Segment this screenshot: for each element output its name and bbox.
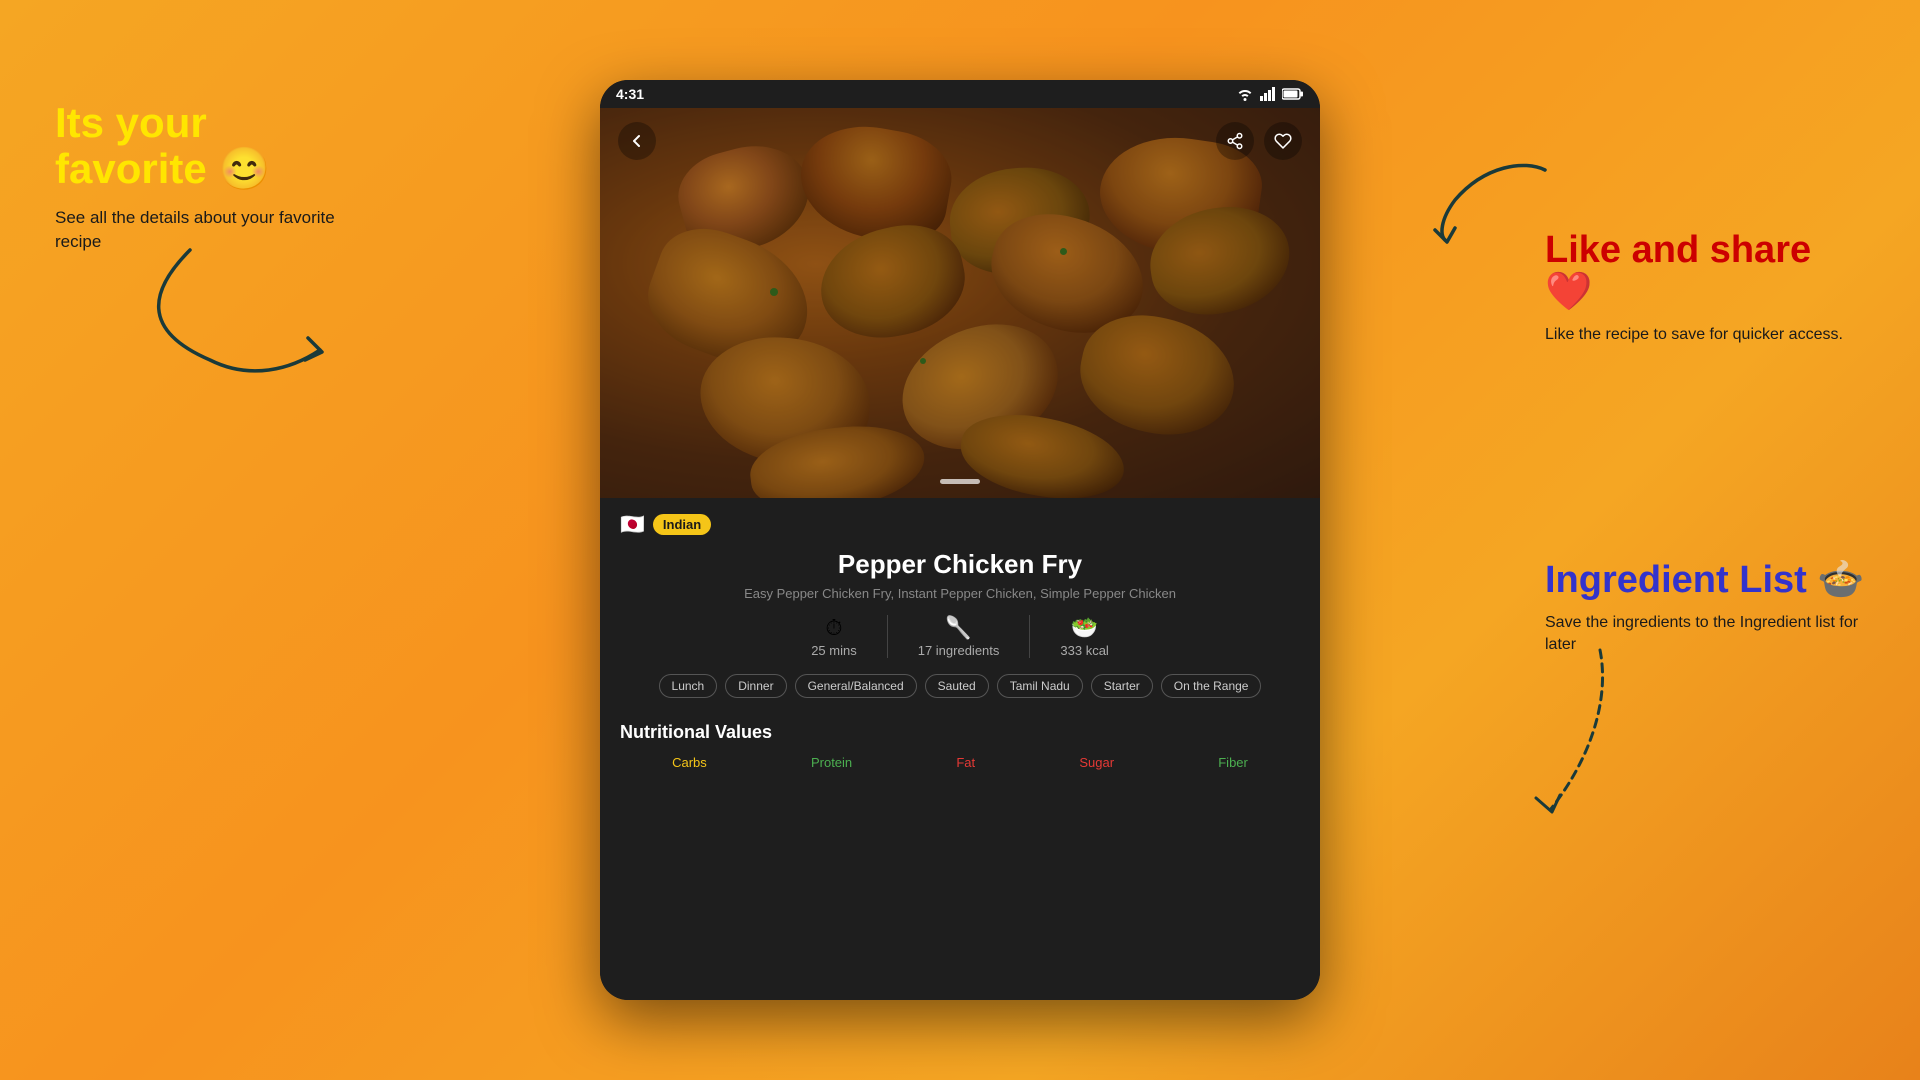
recipe-tags: Lunch Dinner General/Balanced Sauted Tamil N… <box>620 674 1300 698</box>
back-button[interactable] <box>618 122 656 160</box>
recipe-tag[interactable]: Lunch <box>659 674 718 698</box>
like-button[interactable] <box>1264 122 1302 160</box>
recipe-title: Pepper Chicken Fry <box>620 549 1300 580</box>
time-icon: ⏱ <box>825 615 842 641</box>
recipe-tag[interactable]: General/Balanced <box>795 674 917 698</box>
right-bottom-title: Ingredient List 🍲 <box>1545 560 1865 602</box>
nav-icons-right <box>1216 122 1302 160</box>
share-icon <box>1226 132 1244 150</box>
flag-icon: 🇯🇵 <box>620 512 645 537</box>
nutrition-col-carbs: Carbs <box>672 755 707 770</box>
tablet-frame: 4:31 <box>600 80 1320 1000</box>
recipe-subtitle: Easy Pepper Chicken Fry, Instant Pepper … <box>620 586 1300 601</box>
doodle-arrow-right-bottom <box>1500 640 1640 840</box>
recipe-tags-row: 🇯🇵 Indian <box>620 512 1300 537</box>
nutrition-col-fiber: Fiber <box>1218 755 1248 770</box>
heart-icon <box>1274 132 1292 150</box>
nav-overlay <box>600 108 1320 174</box>
status-icons <box>1236 87 1304 101</box>
doodle-arrow-right-top <box>1425 150 1555 250</box>
status-time: 4:31 <box>616 86 644 102</box>
signal-icon <box>1260 87 1276 101</box>
status-bar: 4:31 <box>600 80 1320 108</box>
recipe-tag[interactable]: On the Range <box>1161 674 1262 698</box>
right-top-panel: Like and share ❤️ Like the recipe to sav… <box>1545 230 1865 346</box>
cuisine-badge: Indian <box>653 514 711 535</box>
time-value: 25 mins <box>811 643 857 658</box>
right-top-title: Like and share ❤️ <box>1545 230 1865 314</box>
right-top-subtitle: Like the recipe to save for quicker acce… <box>1545 324 1865 346</box>
doodle-arrow-left <box>130 230 350 390</box>
ingredients-icon: 🥄 <box>945 615 972 641</box>
slide-indicator <box>940 479 980 484</box>
wifi-icon <box>1236 87 1254 101</box>
recipe-tag[interactable]: Tamil Nadu <box>997 674 1083 698</box>
tablet-screen: 4:31 <box>600 80 1320 1000</box>
nutrition-col-sugar: Sugar <box>1079 755 1114 770</box>
battery-icon <box>1282 88 1304 100</box>
recipe-image <box>600 108 1320 498</box>
calories-icon: 🥗 <box>1071 615 1098 641</box>
stat-calories: 🥗 333 kcal <box>1029 615 1138 658</box>
calories-value: 333 kcal <box>1060 643 1108 658</box>
nutrition-col-protein: Protein <box>811 755 852 770</box>
share-button[interactable] <box>1216 122 1254 160</box>
stat-time: ⏱ 25 mins <box>781 615 887 658</box>
stats-row: ⏱ 25 mins 🥄 17 ingredients 🥗 333 kcal <box>620 615 1300 658</box>
nutritional-section: Nutritional Values Carbs Protein Fat Sugar F… <box>620 714 1300 770</box>
left-title: Its your favorite 😊 <box>55 100 365 192</box>
nutrition-col-fat: Fat <box>956 755 975 770</box>
recipe-content: 🇯🇵 Indian Pepper Chicken Fry Easy Pepper… <box>600 498 1320 1000</box>
nutritional-title: Nutritional Values <box>620 722 1300 743</box>
recipe-tag[interactable]: Sauted <box>925 674 989 698</box>
recipe-tag[interactable]: Dinner <box>725 674 786 698</box>
stat-ingredients: 🥄 17 ingredients <box>887 615 1030 658</box>
ingredients-value: 17 ingredients <box>918 643 1000 658</box>
nutrition-headers: Carbs Protein Fat Sugar Fiber <box>620 755 1300 770</box>
recipe-tag[interactable]: Starter <box>1091 674 1153 698</box>
